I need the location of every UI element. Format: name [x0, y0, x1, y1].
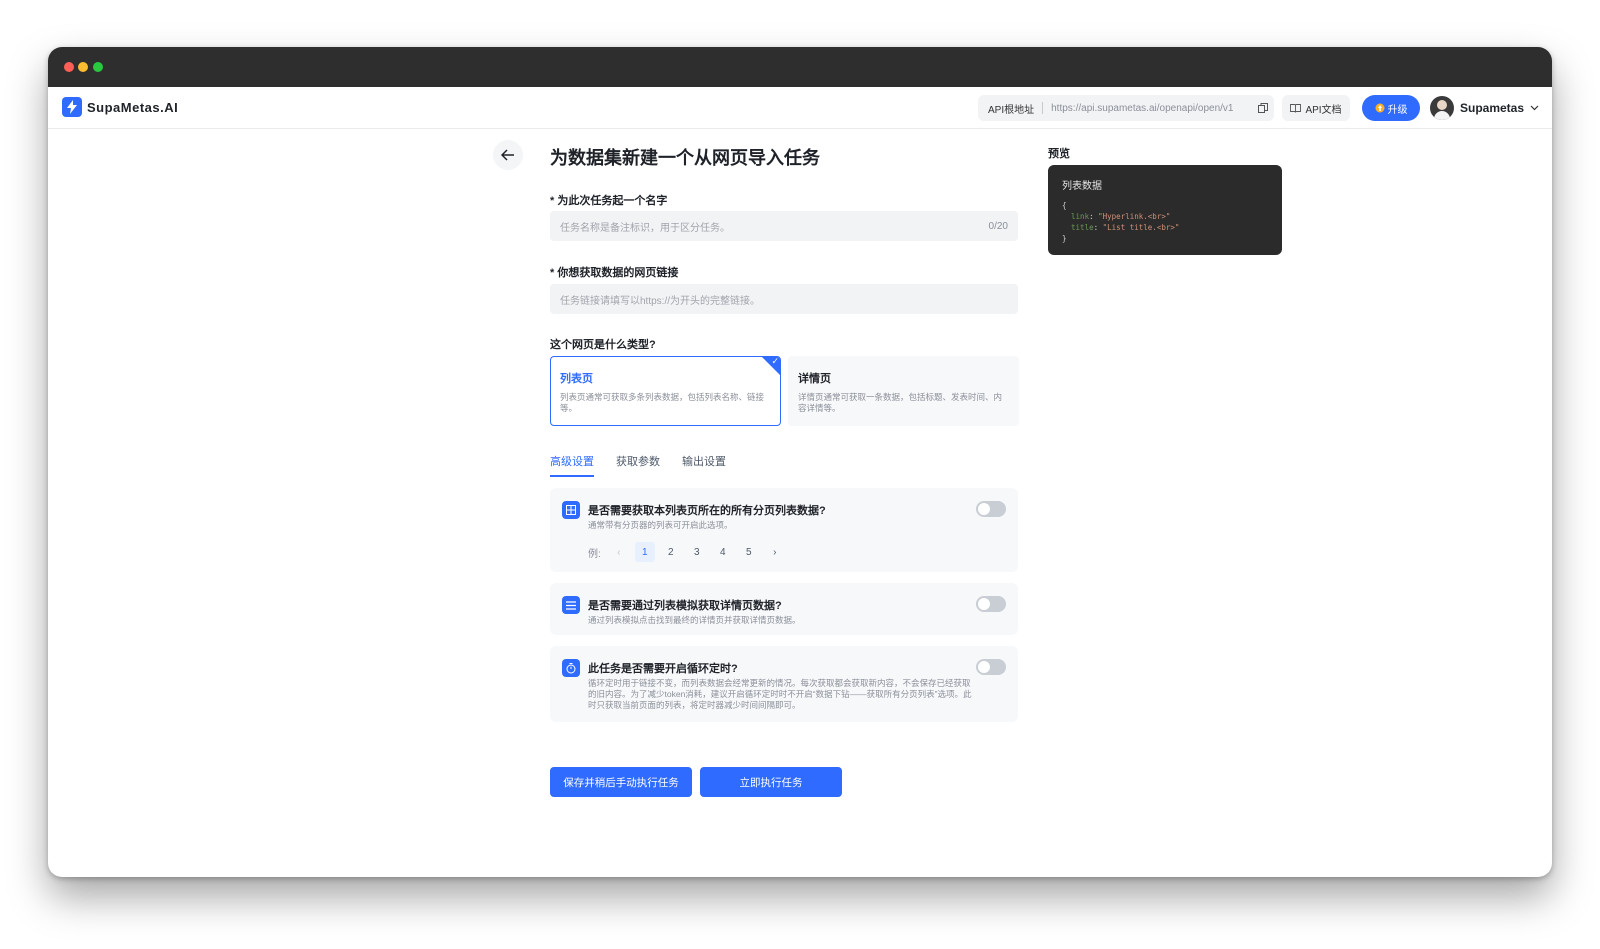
run-now-button[interactable]: 立即执行任务: [700, 767, 842, 797]
task-name-label: * 为此次任务起一个名字: [550, 195, 668, 207]
chevron-right-icon: ›: [773, 546, 777, 558]
api-docs-button[interactable]: API文档: [1282, 95, 1350, 121]
chevron-down-icon: [1530, 105, 1539, 111]
option-title: 是否需要通过列表模拟获取详情页数据?: [588, 600, 782, 612]
page-number: 1: [634, 542, 655, 562]
app-window: SupaMetas.AI API根地址 https://api.supameta…: [48, 47, 1552, 877]
option-title: 此任务是否需要开启循环定时?: [588, 663, 738, 675]
back-button[interactable]: [493, 140, 523, 170]
pagination-toggle[interactable]: [976, 501, 1006, 517]
list-icon: [562, 596, 580, 614]
page-type-list-card[interactable]: ✓ 列表页 列表页通常可获取多条列表数据，包括列表名称、链接等。: [550, 356, 781, 426]
lightning-logo-icon: [62, 97, 82, 117]
arrow-left-icon: [501, 149, 514, 161]
book-icon: [1290, 103, 1302, 113]
upgrade-button[interactable]: 升级: [1362, 95, 1420, 121]
api-base-url-box: API根地址 https://api.supametas.ai/openapi/…: [978, 95, 1274, 121]
code-value: "Hyperlink.<br>": [1098, 212, 1171, 221]
page-title: 为数据集新建一个从网页导入任务: [550, 148, 820, 168]
option-desc: 循环定时用于链接不变，而列表数据会经常更新的情况。每次获取都会获取新内容，不会保…: [588, 678, 972, 710]
check-icon: ✓: [771, 356, 779, 366]
code-brace: }: [1062, 234, 1067, 243]
upgrade-label: 升级: [1387, 104, 1408, 116]
detail-simulation-toggle[interactable]: [976, 596, 1006, 612]
page-number: 4: [720, 546, 726, 558]
page-type-desc: 详情页通常可获取一条数据，包括标题、发表时间、内容详情等。: [798, 392, 1003, 413]
url-input[interactable]: 任务链接请填写以https://为开头的完整链接。: [550, 284, 1018, 314]
chevron-left-icon: ‹: [617, 546, 621, 558]
url-placeholder: 任务链接请填写以https://为开头的完整链接。: [560, 295, 761, 307]
page-type-title: 详情页: [798, 373, 831, 385]
copy-icon[interactable]: [1252, 103, 1274, 113]
api-docs-label: API文档: [1305, 104, 1342, 116]
code-key: title: [1071, 223, 1094, 232]
app-header: SupaMetas.AI API根地址 https://api.supameta…: [48, 87, 1552, 129]
api-base-url-label: API根地址: [988, 104, 1035, 116]
page-number: 3: [694, 546, 700, 558]
page-type-title: 列表页: [560, 373, 593, 385]
close-window-button[interactable]: [64, 62, 74, 72]
minimize-window-button[interactable]: [78, 62, 88, 72]
page-number: 5: [746, 546, 752, 558]
tab-fetch-params[interactable]: 获取参数: [616, 453, 660, 477]
tab-output-settings[interactable]: 输出设置: [682, 453, 726, 477]
task-name-placeholder: 任务名称是备注标识，用于区分任务。: [560, 222, 730, 234]
page-number: 2: [668, 546, 674, 558]
code-value: "List title.<br>": [1102, 223, 1180, 232]
timer-icon: [562, 659, 580, 677]
avatar: [1430, 96, 1454, 120]
example-label: 例:: [588, 548, 601, 560]
preview-title: 列表数据: [1062, 181, 1102, 192]
api-base-url-value: https://api.supametas.ai/openapi/open/v1: [1051, 102, 1234, 114]
settings-tabs: 高级设置 获取参数 输出设置: [550, 453, 726, 477]
option-detail-simulation: 是否需要通过列表模拟获取详情页数据? 通过列表模拟点击找到最终的详情页并获取详情…: [550, 583, 1018, 635]
option-pagination: 是否需要获取本列表页所在的所有分页列表数据? 通常带有分页器的列表可开启此选项。…: [550, 488, 1018, 572]
user-menu[interactable]: Supametas: [1430, 96, 1539, 120]
option-desc: 通过列表模拟点击找到最终的详情页并获取详情页数据。: [588, 615, 801, 625]
preview-label: 预览: [1048, 148, 1070, 160]
window-titlebar: [48, 47, 1552, 87]
option-loop-timer: 此任务是否需要开启循环定时? 循环定时用于链接不变，而列表数据会经常更新的情况。…: [550, 646, 1018, 722]
option-title: 是否需要获取本列表页所在的所有分页列表数据?: [588, 505, 826, 517]
code-key: link: [1071, 212, 1090, 221]
task-name-input[interactable]: 任务名称是备注标识，用于区分任务。 0/20: [550, 211, 1018, 241]
task-name-char-count: 0/20: [988, 220, 1008, 232]
preview-panel: 列表数据 { link: "Hyperlink.<br>" title: "Li…: [1048, 165, 1282, 255]
upgrade-badge-icon: [1375, 103, 1384, 113]
pagination-example: 例: ‹ 1 2 3 4 5 ›: [588, 542, 791, 562]
page-type-desc: 列表页通常可获取多条列表数据，包括列表名称、链接等。: [560, 392, 765, 413]
loop-timer-toggle[interactable]: [976, 659, 1006, 675]
save-for-later-button[interactable]: 保存并稍后手动执行任务: [550, 767, 692, 797]
page-type-label: 这个网页是什么类型?: [550, 339, 656, 351]
maximize-window-button[interactable]: [93, 62, 103, 72]
preview-code: { link: "Hyperlink.<br>" title: "List ti…: [1062, 201, 1180, 243]
page-type-detail-card[interactable]: 详情页 详情页通常可获取一条数据，包括标题、发表时间、内容详情等。: [788, 356, 1019, 426]
tab-advanced-settings[interactable]: 高级设置: [550, 453, 594, 477]
option-desc: 通常带有分页器的列表可开启此选项。: [588, 520, 733, 530]
user-name: Supametas: [1460, 101, 1525, 115]
logo[interactable]: SupaMetas.AI: [62, 97, 178, 117]
grid-icon: [562, 501, 580, 519]
url-label: * 你想获取数据的网页链接: [550, 267, 679, 279]
code-brace: {: [1062, 201, 1067, 210]
app-name: SupaMetas.AI: [87, 99, 179, 115]
